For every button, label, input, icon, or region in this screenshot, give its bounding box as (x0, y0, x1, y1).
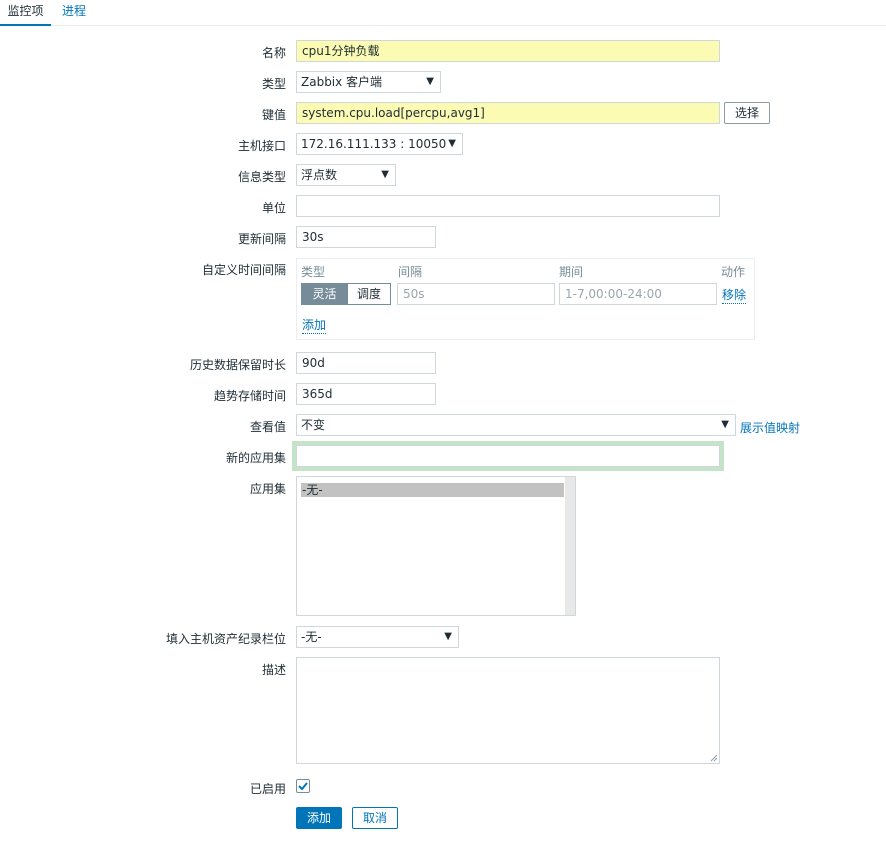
type-label: 类型 (261, 77, 286, 91)
valuemap-select[interactable]: 不变 ▼ (296, 414, 736, 436)
new-application-input[interactable] (296, 445, 720, 467)
update-interval-input[interactable]: 30s (296, 226, 436, 248)
add-interval-link[interactable]: 添加 (302, 316, 327, 334)
history-label: 历史数据保留时长 (189, 358, 286, 372)
interface-select[interactable]: 172.16.111.133 : 10050 ▼ (296, 133, 463, 155)
type-select[interactable]: Zabbix 客户端 ▼ (296, 71, 441, 93)
applications-label: 应用集 (249, 482, 286, 496)
add-button[interactable]: 添加 (296, 807, 342, 829)
list-item[interactable]: -无- (301, 483, 564, 497)
dropdown-arrow-icon: ▼ (426, 76, 434, 87)
col-header-action: 动作 (721, 265, 746, 279)
period-input[interactable]: 1-7,00:00-24:00 (559, 283, 717, 305)
custom-intervals-table: 类型 间隔 期间 动作 灵活 调度 50s 1-7,00:00-24:00 移除… (296, 258, 755, 340)
type-select-value: Zabbix 客户端 (301, 75, 383, 89)
interface-label: 主机接口 (237, 139, 286, 153)
col-header-period: 期间 (559, 265, 584, 279)
enabled-label: 已启用 (249, 782, 286, 796)
dropdown-arrow-icon: ▼ (381, 169, 389, 180)
trends-label: 趋势存储时间 (213, 389, 286, 403)
custom-intervals-label: 自定义时间间隔 (201, 263, 286, 277)
valuemap-label: 查看值 (249, 420, 286, 434)
units-input[interactable] (296, 195, 720, 217)
info-type-select-value: 浮点数 (301, 168, 338, 182)
inventory-select[interactable]: -无- ▼ (296, 626, 459, 648)
interval-input[interactable]: 50s (397, 283, 555, 305)
col-header-type: 类型 (301, 265, 326, 279)
description-label: 描述 (261, 663, 286, 677)
flexible-toggle[interactable]: 灵活 (301, 283, 348, 305)
checkmark-icon (298, 782, 308, 791)
select-key-button[interactable]: 选择 (724, 102, 770, 124)
resize-handle-icon[interactable] (710, 754, 718, 762)
valuemap-select-value: 不变 (301, 418, 326, 432)
enabled-checkbox[interactable] (296, 779, 310, 793)
update-interval-label: 更新间隔 (237, 232, 286, 246)
inventory-label: 填入主机资产纪录栏位 (165, 632, 286, 646)
remove-interval-link[interactable]: 移除 (722, 286, 747, 304)
name-label: 名称 (261, 46, 286, 60)
show-valuemap-link[interactable]: 展示值映射 (740, 419, 800, 436)
key-input[interactable]: system.cpu.load[percpu,avg1] (296, 102, 720, 124)
inventory-select-value: -无- (301, 630, 322, 644)
scheduling-toggle[interactable]: 调度 (347, 283, 391, 305)
applications-listbox[interactable]: -无- (296, 476, 576, 616)
info-type-select[interactable]: 浮点数 ▼ (296, 164, 396, 186)
description-textarea[interactable] (296, 657, 720, 764)
key-label: 键值 (261, 108, 286, 122)
interface-select-value: 172.16.111.133 : 10050 (301, 137, 447, 151)
cancel-button[interactable]: 取消 (352, 807, 398, 829)
dropdown-arrow-icon: ▼ (444, 631, 452, 642)
info-type-label: 信息类型 (237, 170, 286, 184)
trends-input[interactable]: 365d (296, 383, 436, 405)
units-label: 单位 (261, 201, 286, 215)
history-input[interactable]: 90d (296, 352, 436, 374)
tab-processes[interactable]: 进程 (62, 0, 86, 26)
dropdown-arrow-icon: ▼ (448, 138, 456, 149)
col-header-interval: 间隔 (398, 265, 423, 279)
tab-item[interactable]: 监控项 (0, 0, 51, 26)
tab-bar: 监控项 进程 (0, 0, 886, 26)
name-input[interactable]: cpu1分钟负载 (296, 40, 720, 62)
listbox-scrollbar[interactable] (565, 477, 575, 615)
dropdown-arrow-icon: ▼ (721, 419, 729, 430)
new-application-label: 新的应用集 (225, 451, 286, 465)
